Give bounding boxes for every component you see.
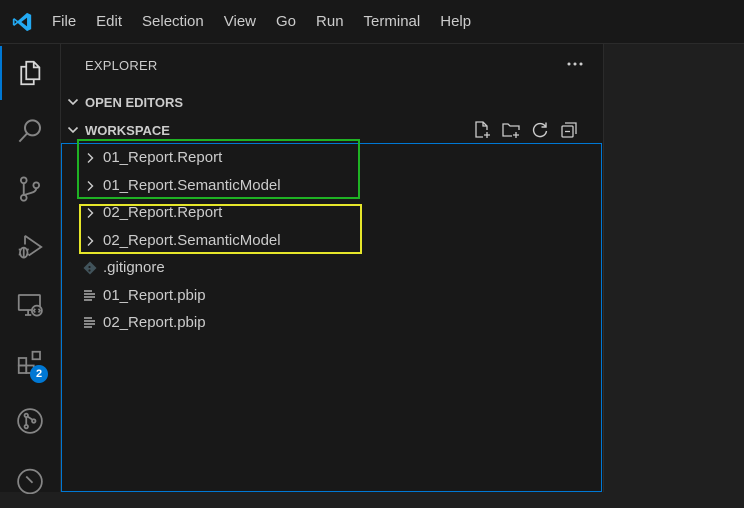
tree-item-label: 01_Report.pbip	[103, 287, 206, 304]
menu-go[interactable]: Go	[266, 0, 306, 43]
activity-search[interactable]	[0, 102, 60, 160]
new-file-icon[interactable]	[472, 120, 492, 140]
workspace-actions	[472, 120, 579, 140]
title-bar: File Edit Selection View Go Run Terminal…	[0, 0, 744, 44]
menu-run[interactable]: Run	[306, 0, 354, 43]
activity-git-graph[interactable]	[0, 392, 60, 450]
run-debug-icon	[18, 235, 43, 259]
file-lines-icon	[84, 289, 95, 301]
activity-remote-explorer[interactable]	[0, 276, 60, 334]
menu-selection[interactable]: Selection	[132, 0, 214, 43]
more-actions-icon[interactable]	[565, 56, 585, 72]
menu-edit[interactable]: Edit	[86, 0, 132, 43]
git-file-icon	[83, 261, 97, 274]
menu-terminal[interactable]: Terminal	[354, 0, 431, 43]
source-control-icon	[19, 176, 41, 202]
tree-item-label: .gitignore	[103, 259, 165, 276]
file-lines-icon	[84, 316, 95, 328]
activity-source-control[interactable]	[0, 160, 60, 218]
activity-explorer[interactable]	[0, 44, 60, 102]
highlight-box-green	[77, 139, 360, 199]
activity-run-debug[interactable]	[0, 218, 60, 276]
remote-explorer-icon	[17, 294, 43, 317]
menu-file[interactable]: File	[42, 0, 86, 43]
tree-item-02-report-pbip[interactable]: 02_Report.pbip	[62, 309, 602, 336]
explorer-title: EXPLORER	[85, 58, 158, 73]
tree-item-01-report-pbip[interactable]: 01_Report.pbip	[62, 282, 602, 309]
highlight-box-yellow	[79, 204, 362, 254]
menu-view[interactable]: View	[214, 0, 266, 43]
new-folder-icon[interactable]	[501, 120, 521, 140]
git-icon	[17, 468, 43, 494]
chevron-down-icon	[67, 126, 79, 134]
open-editors-header[interactable]: OPEN EDITORS	[61, 89, 603, 115]
tree-item-gitignore[interactable]: .gitignore	[62, 254, 602, 281]
files-icon	[20, 60, 41, 86]
workspace-tree: 01_Report.Report 01_Report.SemanticModel…	[61, 139, 602, 492]
refresh-icon[interactable]	[530, 120, 550, 140]
explorer-sidebar: EXPLORER OPEN EDITORS WORKSPACE 01_Repor…	[61, 44, 604, 492]
collapse-all-icon[interactable]	[559, 120, 579, 140]
chevron-down-icon	[67, 98, 79, 106]
search-icon	[18, 119, 41, 143]
editor-area[interactable]	[604, 44, 744, 492]
tree-item-label: 02_Report.pbip	[103, 314, 206, 331]
activity-extensions[interactable]: 2	[0, 334, 60, 392]
activity-bar: 2	[0, 44, 61, 494]
extensions-badge: 2	[30, 365, 48, 383]
open-editors-label: OPEN EDITORS	[85, 94, 184, 110]
activity-git[interactable]	[0, 450, 60, 508]
menu-help[interactable]: Help	[430, 0, 481, 43]
workspace-label: WORKSPACE	[85, 122, 170, 138]
vscode-logo-icon	[12, 12, 32, 31]
git-graph-icon	[17, 408, 43, 434]
